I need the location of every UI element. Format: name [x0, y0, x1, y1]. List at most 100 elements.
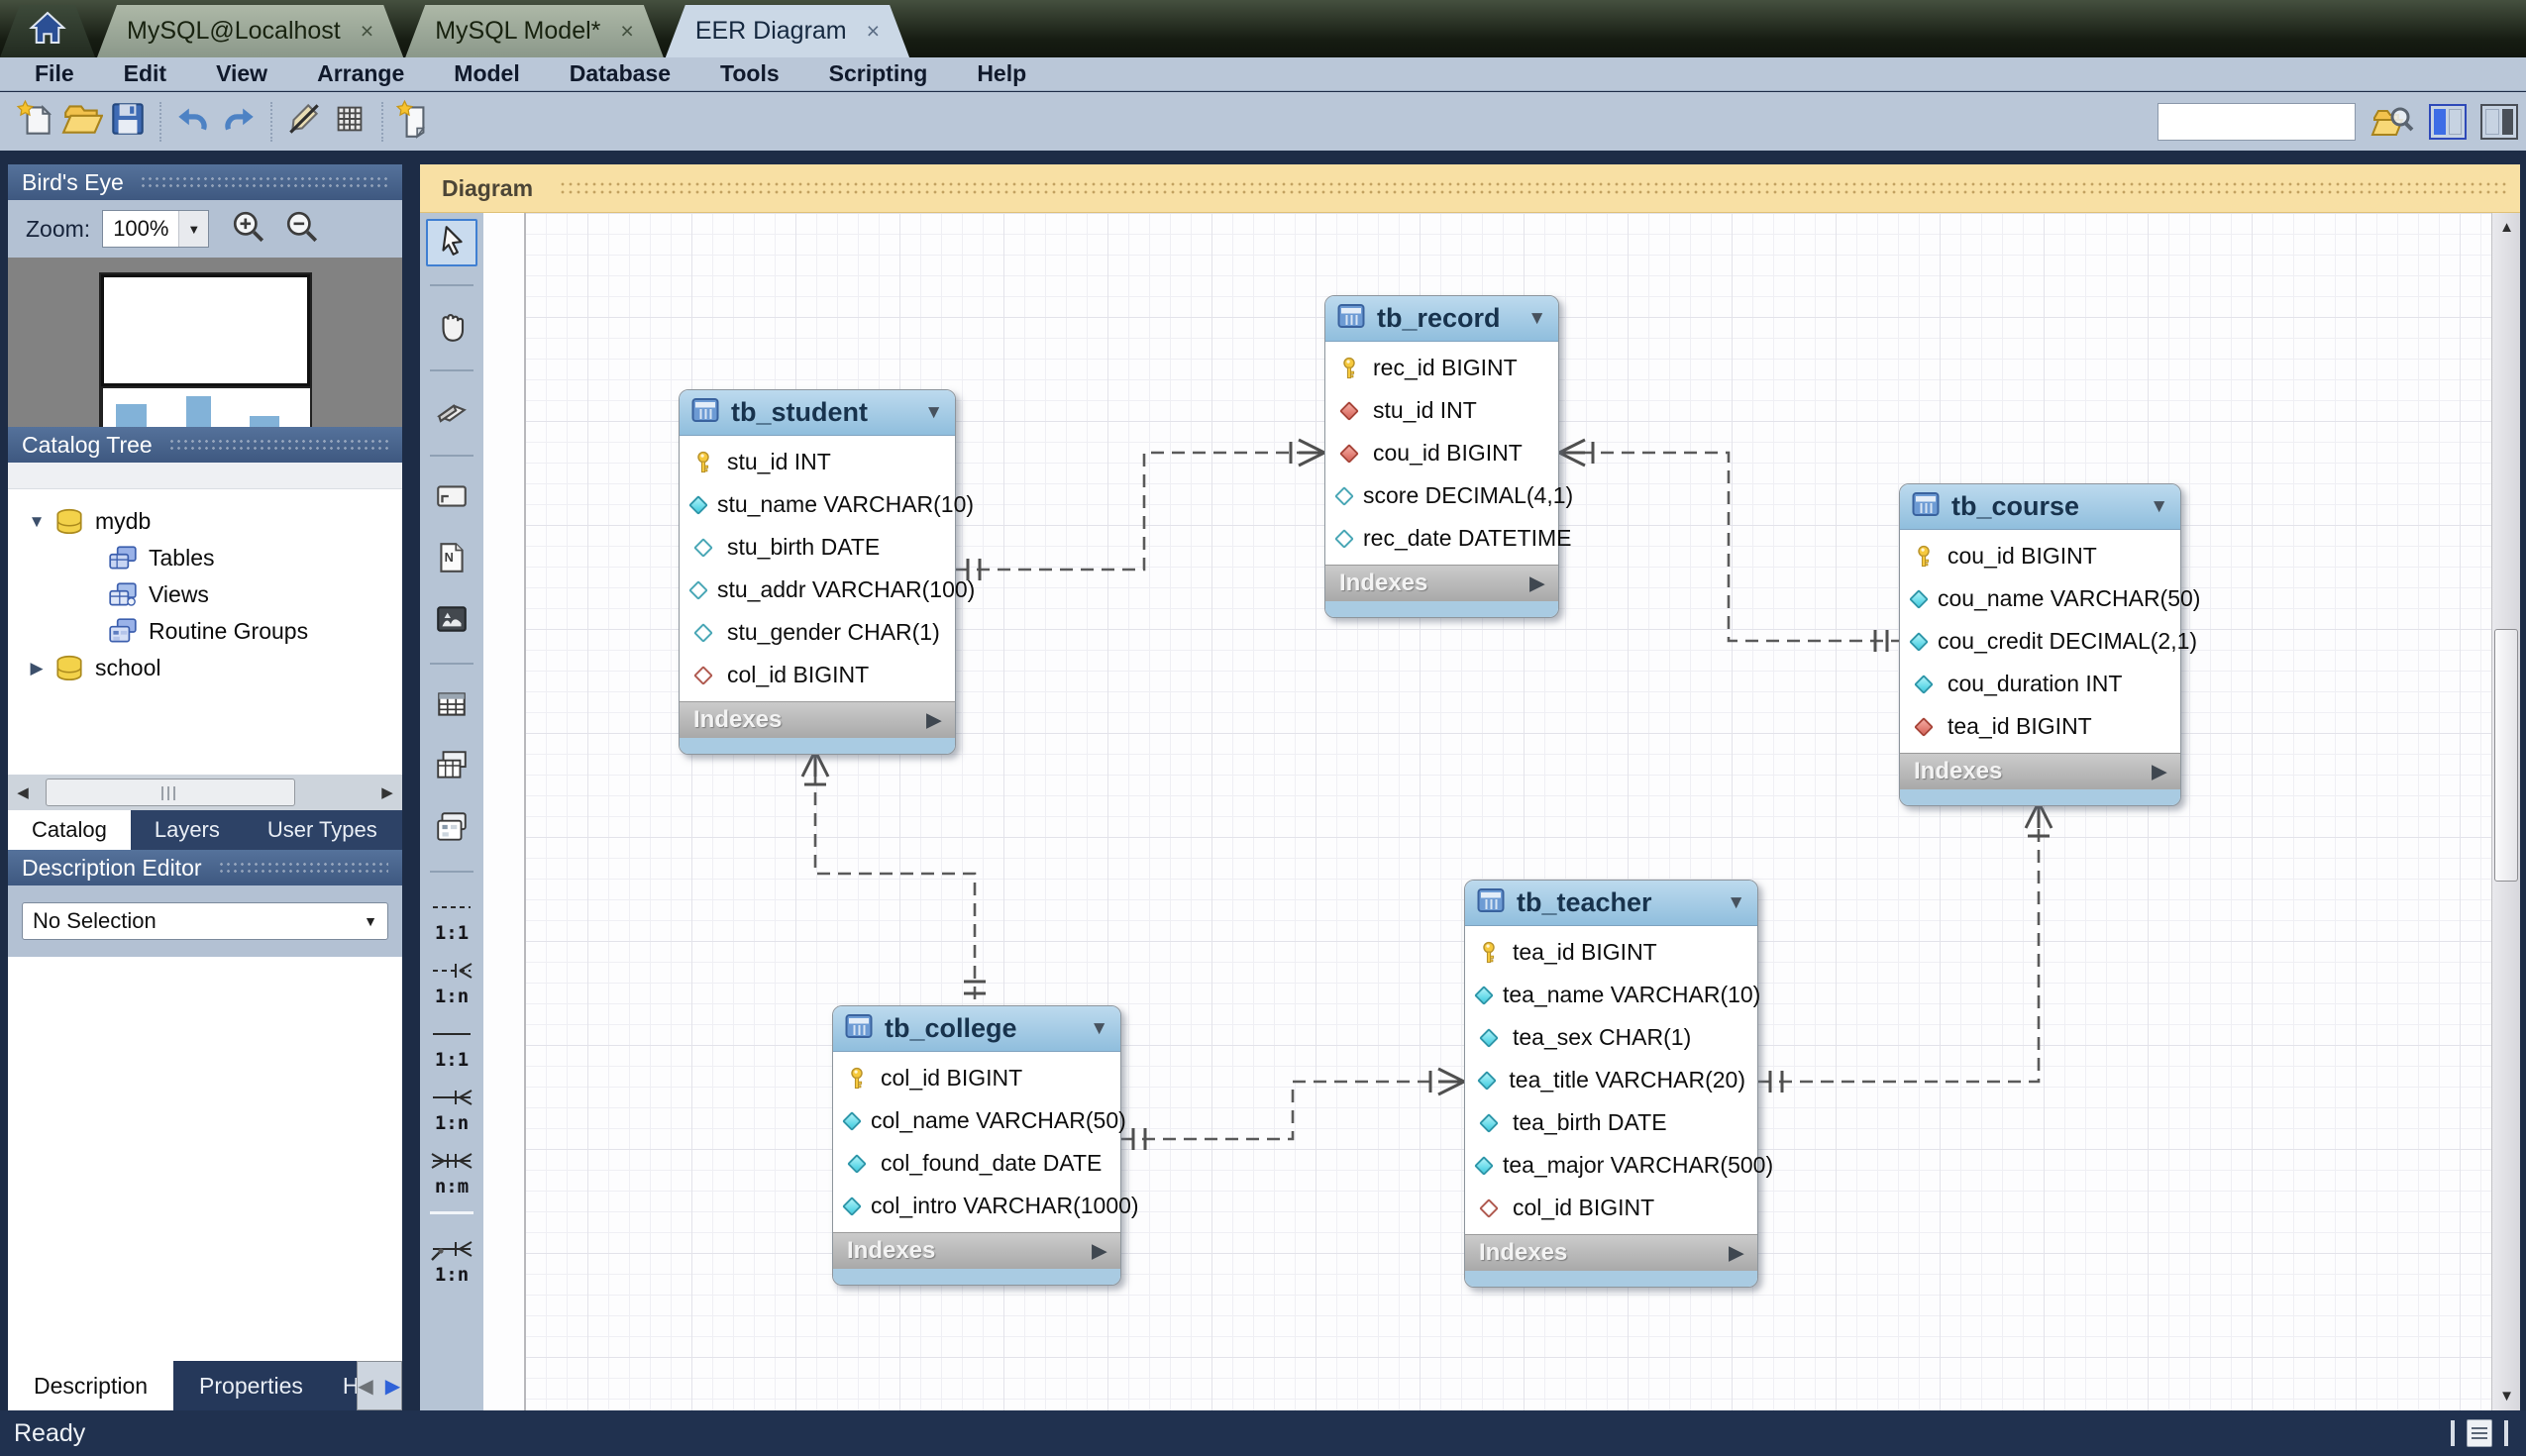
column-row-tea-id[interactable]: tea_id BIGINT [1465, 931, 1757, 974]
tree-node-views[interactable]: Views [8, 576, 402, 613]
indexes-bar[interactable]: Indexes▶ [680, 701, 955, 738]
table-header[interactable]: tb_record▼ [1325, 296, 1558, 342]
collapse-caret-icon[interactable]: ▼ [1090, 1018, 1108, 1040]
note-tool[interactable]: N [426, 536, 477, 583]
column-row-tea-name[interactable]: tea_name VARCHAR(10) [1465, 974, 1757, 1016]
column-row-tea-birth[interactable]: tea_birth DATE [1465, 1101, 1757, 1144]
column-row-stu-birth[interactable]: stu_birth DATE [680, 526, 955, 569]
column-row-cou-id[interactable]: cou_id BIGINT [1900, 535, 2180, 577]
table-header[interactable]: tb_course▼ [1900, 484, 2180, 530]
column-row-rec-id[interactable]: rec_id BIGINT [1325, 347, 1558, 389]
column-row-cou-id[interactable]: cou_id BIGINT [1325, 432, 1558, 474]
scroll-up-icon[interactable]: ▲ [2492, 219, 2521, 236]
relationship-tb-record-tb-course[interactable] [1559, 453, 1899, 641]
zoom-select[interactable]: 100% ▼ [102, 210, 209, 248]
table-tool[interactable] [426, 682, 477, 730]
column-row-cou-duration[interactable]: cou_duration INT [1900, 663, 2180, 705]
zoom-out-icon[interactable] [284, 209, 320, 250]
zoom-in-icon[interactable] [231, 209, 266, 250]
scrollbar-thumb[interactable] [2494, 629, 2518, 882]
collapse-caret-icon[interactable]: ▼ [924, 402, 943, 424]
column-row-col-name[interactable]: col_name VARCHAR(50) [833, 1099, 1120, 1142]
indexes-bar[interactable]: Indexes▶ [1465, 1234, 1757, 1271]
relationship-tb-teacher-tb-course[interactable] [1758, 802, 2039, 1082]
hand-tool[interactable] [426, 304, 477, 352]
menu-item-model[interactable]: Model [429, 60, 544, 87]
tree-node-routine-groups[interactable]: Routine Groups [8, 613, 402, 650]
tab-user-types[interactable]: User Types [244, 810, 401, 850]
chevron-down-icon[interactable]: ▼ [354, 913, 387, 929]
scrollbar-thumb[interactable] [46, 779, 295, 806]
column-row-stu-addr[interactable]: stu_addr VARCHAR(100) [680, 569, 955, 611]
eraser-tool[interactable] [426, 389, 477, 437]
home-tab[interactable] [0, 5, 95, 57]
nav-forward-icon[interactable]: ▶ [385, 1374, 400, 1399]
rel-n-m-identifying-tool[interactable]: n:m [426, 1144, 477, 1199]
column-row-cou-name[interactable]: cou_name VARCHAR(50) [1900, 577, 2180, 620]
menu-item-help[interactable]: Help [952, 60, 1051, 87]
indexes-bar[interactable]: Indexes▶ [1900, 753, 2180, 789]
column-row-tea-major[interactable]: tea_major VARCHAR(500) [1465, 1144, 1757, 1187]
collapse-caret-icon[interactable]: ▼ [1727, 892, 1745, 914]
column-row-stu-id[interactable]: stu_id INT [1325, 389, 1558, 432]
new-page-button[interactable] [392, 98, 438, 146]
diagram-vertical-scrollbar[interactable]: ▲ ▼ [2491, 213, 2520, 1410]
undo-button[interactable] [170, 98, 216, 146]
close-icon[interactable]: × [620, 18, 633, 45]
table-header[interactable]: tb_student▼ [680, 390, 955, 436]
column-row-score[interactable]: score DECIMAL(4,1) [1325, 474, 1558, 517]
chevron-down-icon[interactable]: ▼ [178, 211, 208, 247]
view-tool[interactable] [426, 744, 477, 791]
scroll-down-icon[interactable]: ▼ [2492, 1388, 2521, 1404]
rel-1-1-non-identifying-tool[interactable]: 1:1 [426, 890, 477, 946]
indexes-bar[interactable]: Indexes▶ [833, 1232, 1120, 1269]
table-tb-student[interactable]: tb_student▼ stu_id INTstu_name VARCHAR(10… [679, 389, 956, 755]
close-icon[interactable]: × [867, 18, 880, 45]
menu-item-arrange[interactable]: Arrange [292, 60, 429, 87]
nav-back-icon[interactable]: ◀ [358, 1374, 372, 1399]
expander-icon[interactable]: ▼ [22, 512, 52, 532]
table-tb-course[interactable]: tb_course▼ cou_id BIGINTcou_name VARCHAR(… [1899, 483, 2181, 806]
layer-tool[interactable] [426, 474, 477, 522]
menu-item-edit[interactable]: Edit [99, 60, 191, 87]
relationship-tb-student-tb-record[interactable] [956, 453, 1324, 570]
find-folder-icon[interactable] [2369, 98, 2415, 146]
window-tab-mysql-localhost[interactable]: MySQL@Localhost× [97, 5, 403, 57]
expander-icon[interactable]: ▶ [22, 659, 52, 678]
selection-dropdown[interactable]: No Selection ▼ [22, 902, 388, 940]
table-tb-teacher[interactable]: tb_teacher▼ tea_id BIGINTtea_name VARCHAR… [1464, 880, 1758, 1288]
menu-item-view[interactable]: View [191, 60, 292, 87]
column-row-tea-title[interactable]: tea_title VARCHAR(20) [1465, 1059, 1757, 1101]
table-header[interactable]: tb_teacher▼ [1465, 881, 1757, 926]
expand-arrow-icon[interactable]: ▶ [926, 709, 941, 732]
scroll-left-icon[interactable]: ◀ [8, 783, 38, 801]
column-row-cou-credit[interactable]: cou_credit DECIMAL(2,1) [1900, 620, 2180, 663]
tree-node-school[interactable]: ▶school [8, 650, 402, 686]
column-row-col-found-date[interactable]: col_found_date DATE [833, 1142, 1120, 1185]
tree-horizontal-scrollbar[interactable]: ◀ ▶ [8, 775, 402, 810]
toggle-right-sidebar-button[interactable] [2480, 104, 2518, 140]
relationship-tb-student-tb-college[interactable] [815, 751, 975, 1005]
expand-arrow-icon[interactable]: ▶ [1529, 572, 1544, 595]
column-row-col-id[interactable]: col_id BIGINT [680, 654, 955, 696]
column-row-stu-id[interactable]: stu_id INT [680, 441, 955, 483]
column-row-tea-sex[interactable]: tea_sex CHAR(1) [1465, 1016, 1757, 1059]
window-tab-mysql-model[interactable]: MySQL Model*× [405, 5, 664, 57]
column-row-stu-name[interactable]: stu_name VARCHAR(10) [680, 483, 955, 526]
tab-h[interactable]: H [329, 1361, 357, 1410]
collapse-caret-icon[interactable]: ▼ [1527, 308, 1546, 330]
description-text-area[interactable] [8, 957, 402, 1361]
no-edit-button[interactable] [281, 98, 327, 146]
table-tb-college[interactable]: tb_college▼col_id BIGINTcol_name VARCHAR… [832, 1005, 1121, 1286]
table-tb-record[interactable]: tb_record▼ rec_id BIGINTstu_id INTcou_id … [1324, 295, 1559, 618]
pointer-tool[interactable] [426, 219, 477, 266]
document-icon[interactable] [2467, 1419, 2492, 1447]
menu-item-file[interactable]: File [10, 60, 99, 87]
column-row-col-id[interactable]: col_id BIGINT [833, 1057, 1120, 1099]
menu-item-database[interactable]: Database [545, 60, 695, 87]
rel-1-1-identifying-tool[interactable]: 1:1 [426, 1017, 477, 1073]
redo-button[interactable] [216, 98, 262, 146]
new-document-button[interactable] [14, 98, 59, 146]
scroll-right-icon[interactable]: ▶ [372, 783, 402, 801]
routine-group-tool[interactable] [426, 805, 477, 853]
